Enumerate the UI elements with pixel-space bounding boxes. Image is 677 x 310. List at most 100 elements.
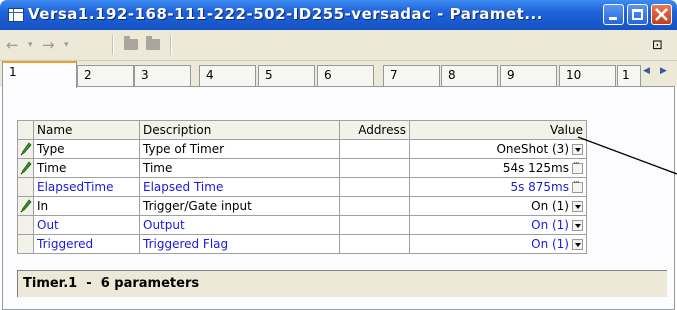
window-title: Versa1.192-168-111-222-502-ID255-versada… xyxy=(28,5,543,23)
dropdown-arrow-button[interactable] xyxy=(572,144,583,155)
ellipsis-button[interactable] xyxy=(572,159,583,174)
description-column-header[interactable]: Description xyxy=(139,120,340,140)
forward-dropdown-icon[interactable]: ▾ xyxy=(64,40,69,50)
row-marker xyxy=(17,215,34,235)
maximize-button[interactable] xyxy=(627,4,648,25)
tab-label: 1 xyxy=(622,68,630,82)
address-column-header[interactable]: Address xyxy=(339,120,410,140)
address-cell[interactable] xyxy=(339,139,410,159)
dropdown-arrow-button[interactable] xyxy=(572,201,583,212)
parameters-panel: Name Description Address Value Type Type … xyxy=(2,86,675,310)
tab-4[interactable]: 4 xyxy=(199,65,256,87)
tab-label: 3 xyxy=(141,68,149,82)
value-text: OneShot (3) xyxy=(496,142,569,156)
folder-icon[interactable] xyxy=(124,36,138,50)
parameter-grid: Name Description Address Value Type Type … xyxy=(17,120,587,254)
description-cell[interactable]: Time xyxy=(139,158,340,178)
tab-label: 9 xyxy=(507,68,515,82)
pencil-icon xyxy=(20,199,32,213)
description-cell[interactable]: Elapsed Time xyxy=(139,177,340,197)
toolbar: ← ▾ → ▾ ⊡ xyxy=(0,30,677,61)
forward-arrow-icon[interactable]: → xyxy=(42,36,55,54)
value-text: On (1) xyxy=(531,237,569,251)
address-cell[interactable] xyxy=(339,177,410,197)
pin-icon[interactable]: ⊡ xyxy=(652,38,663,53)
grid-header-row: Name Description Address Value xyxy=(17,120,587,140)
row-marker xyxy=(17,196,34,216)
value-column-header[interactable]: Value xyxy=(409,120,587,140)
pencil-icon xyxy=(20,161,32,175)
value-text: On (1) xyxy=(531,218,569,232)
value-cell[interactable]: On (1) xyxy=(409,234,587,254)
name-cell[interactable]: ElapsedTime xyxy=(33,177,140,197)
name-cell[interactable]: Type xyxy=(33,139,140,159)
minimize-button[interactable] xyxy=(603,4,624,25)
name-cell[interactable]: Out xyxy=(33,215,140,235)
name-cell[interactable]: Triggered xyxy=(33,234,140,254)
value-cell[interactable]: 5s 875ms xyxy=(409,177,587,197)
value-text: 5s 875ms xyxy=(510,180,569,194)
address-cell[interactable] xyxy=(339,158,410,178)
row-marker xyxy=(17,177,34,197)
back-arrow-icon[interactable]: ← xyxy=(6,36,19,54)
tab-label: 6 xyxy=(324,68,332,82)
description-cell[interactable]: Trigger/Gate input xyxy=(139,196,340,216)
toolbar-separator xyxy=(112,35,114,55)
tab-label: 1 xyxy=(9,65,17,79)
status-bar: Timer.1 - 6 parameters xyxy=(17,270,667,297)
table-row[interactable]: Time Time 54s 125ms xyxy=(17,158,587,178)
dropdown-arrow-button[interactable] xyxy=(572,239,583,250)
pencil-icon xyxy=(20,142,32,156)
ellipsis-button[interactable] xyxy=(572,178,583,193)
address-cell[interactable] xyxy=(339,196,410,216)
tab-1[interactable]: 1 xyxy=(2,61,77,88)
name-cell[interactable]: In xyxy=(33,196,140,216)
name-column-header[interactable]: Name xyxy=(33,120,140,140)
table-row[interactable]: Triggered Triggered Flag On (1) xyxy=(17,234,587,254)
description-cell[interactable]: Type of Timer xyxy=(139,139,340,159)
value-cell[interactable]: On (1) xyxy=(409,215,587,235)
row-marker xyxy=(17,234,34,254)
value-cell[interactable]: On (1) xyxy=(409,196,587,216)
title-bar[interactable]: Versa1.192-168-111-222-502-ID255-versada… xyxy=(0,0,677,30)
close-icon xyxy=(655,8,668,21)
status-text: Timer.1 - 6 parameters xyxy=(23,276,200,291)
tab-5[interactable]: 5 xyxy=(258,65,315,87)
value-cell[interactable]: 54s 125ms xyxy=(409,158,587,178)
close-button[interactable] xyxy=(651,4,672,25)
tab-11[interactable]: 1 xyxy=(617,65,641,87)
table-icon xyxy=(8,8,24,22)
tab-label: 5 xyxy=(265,68,273,82)
dropdown-arrow-button[interactable] xyxy=(572,220,583,231)
back-dropdown-icon[interactable]: ▾ xyxy=(28,40,33,50)
tab-7[interactable]: 7 xyxy=(383,65,440,87)
tab-label: 10 xyxy=(566,68,582,82)
name-cell[interactable]: Time xyxy=(33,158,140,178)
value-cell[interactable]: OneShot (3) xyxy=(409,139,587,159)
tab-9[interactable]: 9 xyxy=(500,65,557,87)
tab-8[interactable]: 8 xyxy=(441,65,498,87)
tab-label: 2 xyxy=(84,68,92,82)
tab-label: 7 xyxy=(390,68,398,82)
description-cell[interactable]: Output xyxy=(139,215,340,235)
tab-6[interactable]: 6 xyxy=(317,65,374,87)
description-cell[interactable]: Triggered Flag xyxy=(139,234,340,254)
tab-10[interactable]: 10 xyxy=(559,65,616,87)
value-text: 54s 125ms xyxy=(502,161,569,175)
marker-column-header xyxy=(17,120,34,140)
table-row[interactable]: In Trigger/Gate input On (1) xyxy=(17,196,587,216)
toolbar-separator xyxy=(170,35,172,55)
tab-scroll-right-icon[interactable]: ▶ xyxy=(660,66,667,76)
folder-icon[interactable] xyxy=(146,36,160,50)
address-cell[interactable] xyxy=(339,234,410,254)
tab-3[interactable]: 3 xyxy=(134,65,191,87)
table-row[interactable]: ElapsedTime Elapsed Time 5s 875ms xyxy=(17,177,587,197)
tab-2[interactable]: 2 xyxy=(77,65,134,87)
table-row[interactable]: Out Output On (1) xyxy=(17,215,587,235)
tab-label: 4 xyxy=(206,68,214,82)
address-cell[interactable] xyxy=(339,215,410,235)
value-text: On (1) xyxy=(531,199,569,213)
table-row[interactable]: Type Type of Timer OneShot (3) xyxy=(17,139,587,159)
tab-scroll-left-icon[interactable]: ◀ xyxy=(643,66,650,76)
row-marker xyxy=(17,158,34,178)
